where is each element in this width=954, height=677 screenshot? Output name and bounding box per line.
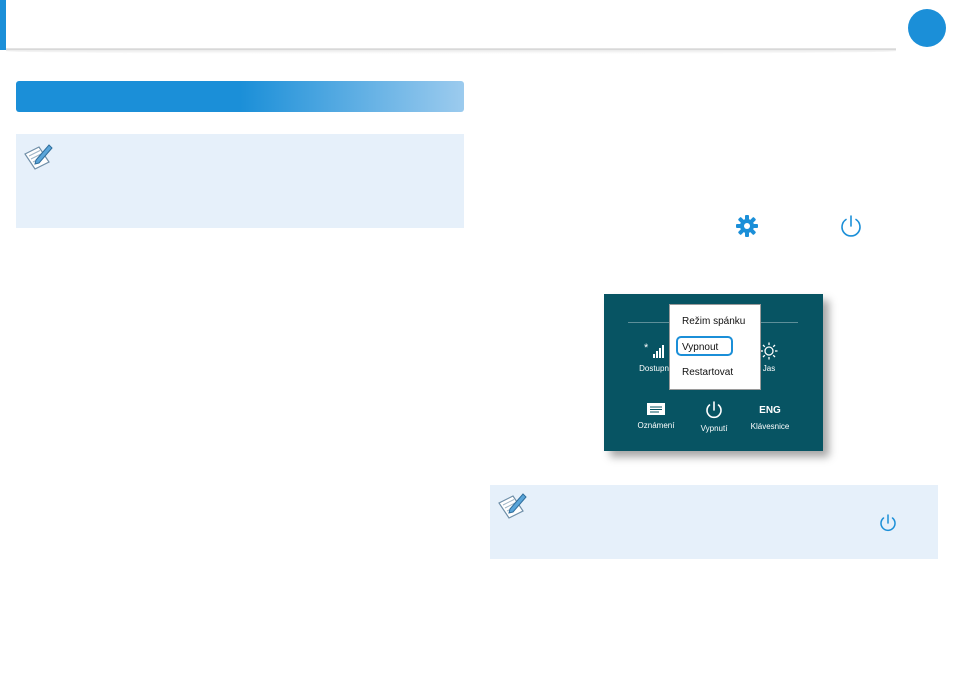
tile-label: Klávesnice: [750, 422, 790, 431]
shutdown-highlight: [676, 336, 733, 356]
tile-label: Oznámení: [637, 421, 675, 430]
notifications-icon: [647, 403, 665, 415]
note-box: [490, 485, 938, 559]
tile-keyboard[interactable]: ENG Klávesnice: [748, 404, 792, 431]
page-number-badge: [908, 9, 946, 47]
network-signal-icon: *: [644, 342, 664, 358]
tile-notifications[interactable]: Oznámení: [634, 401, 678, 430]
header-divider: [6, 49, 896, 50]
brightness-icon: [760, 342, 778, 360]
power-icon: [841, 215, 861, 237]
menu-item-restart[interactable]: Restartovat: [682, 367, 733, 378]
tile-network[interactable]: * Dostupn: [634, 342, 674, 373]
menu-item-sleep[interactable]: Režim spánku: [682, 316, 745, 327]
note-pencil-icon: [24, 144, 53, 170]
svg-text:*: *: [644, 342, 649, 354]
keyboard-eng-icon: ENG: [759, 405, 781, 416]
gear-icon: [736, 215, 758, 237]
section-title-bar: [16, 81, 464, 112]
header-accent-bar: [0, 0, 6, 50]
power-icon: [880, 514, 896, 532]
note-pencil-icon: [498, 493, 527, 519]
tile-label: Vypnutí: [700, 424, 728, 433]
tile-label: Dostupn: [639, 364, 669, 373]
note-box: [16, 134, 464, 228]
tile-power[interactable]: Vypnutí: [694, 400, 734, 433]
power-icon: [706, 401, 722, 419]
